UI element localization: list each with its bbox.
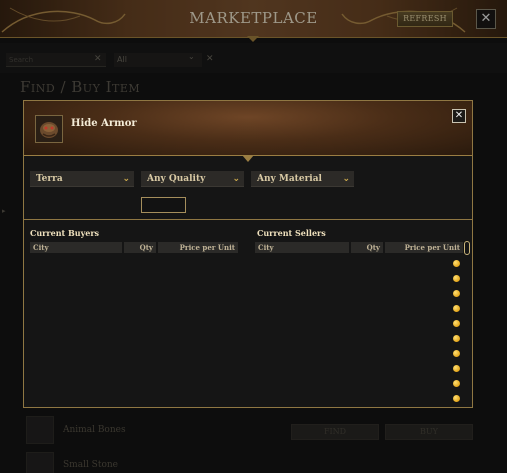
region-dropdown[interactable]: Terra ⌄ xyxy=(30,171,134,187)
divider xyxy=(24,219,472,220)
buyers-col-price[interactable]: Price per Unit xyxy=(158,242,238,253)
coin-icon xyxy=(453,260,460,267)
coin-icon xyxy=(453,335,460,342)
buyers-col-qty[interactable]: Qty xyxy=(124,242,156,253)
buyers-col-city[interactable]: City xyxy=(30,242,122,253)
quantity-input[interactable] xyxy=(141,197,186,213)
coin-icon xyxy=(453,380,460,387)
coin-icon xyxy=(453,275,460,282)
material-dropdown[interactable]: Any Material ⌄ xyxy=(251,171,354,187)
close-dialog-button[interactable]: ✕ xyxy=(452,109,466,123)
sellers-col-city[interactable]: City xyxy=(255,242,349,253)
buyers-title: Current Buyers xyxy=(30,228,100,238)
quality-dropdown[interactable]: Any Quality ⌄ xyxy=(141,171,244,187)
coin-icon xyxy=(453,305,460,312)
sellers-col-qty[interactable]: Qty xyxy=(351,242,383,253)
sellers-col-price[interactable]: Price per Unit xyxy=(385,242,463,253)
dropdown-value: Any Quality xyxy=(147,174,206,184)
hide-armor-icon xyxy=(35,115,63,143)
dialog-header: Hide Armor ✕ xyxy=(24,101,472,156)
item-name: Hide Armor xyxy=(71,118,137,129)
chevron-down-icon: ⌄ xyxy=(342,174,350,184)
scroll-up-icon[interactable] xyxy=(464,241,470,255)
dropdown-value: Terra xyxy=(36,174,63,184)
notch-icon xyxy=(242,155,254,162)
chevron-down-icon: ⌄ xyxy=(122,174,130,184)
coin-icon xyxy=(453,365,460,372)
coin-icon xyxy=(453,290,460,297)
find-buy-dialog: Hide Armor ✕ Terra ⌄ Any Quality ⌄ Any M… xyxy=(23,100,473,408)
coin-icon xyxy=(453,395,460,402)
chevron-down-icon: ⌄ xyxy=(232,174,240,184)
dropdown-value: Any Material xyxy=(257,174,322,184)
coin-icon xyxy=(453,320,460,327)
coin-icon xyxy=(453,350,460,357)
sellers-title: Current Sellers xyxy=(257,228,326,238)
